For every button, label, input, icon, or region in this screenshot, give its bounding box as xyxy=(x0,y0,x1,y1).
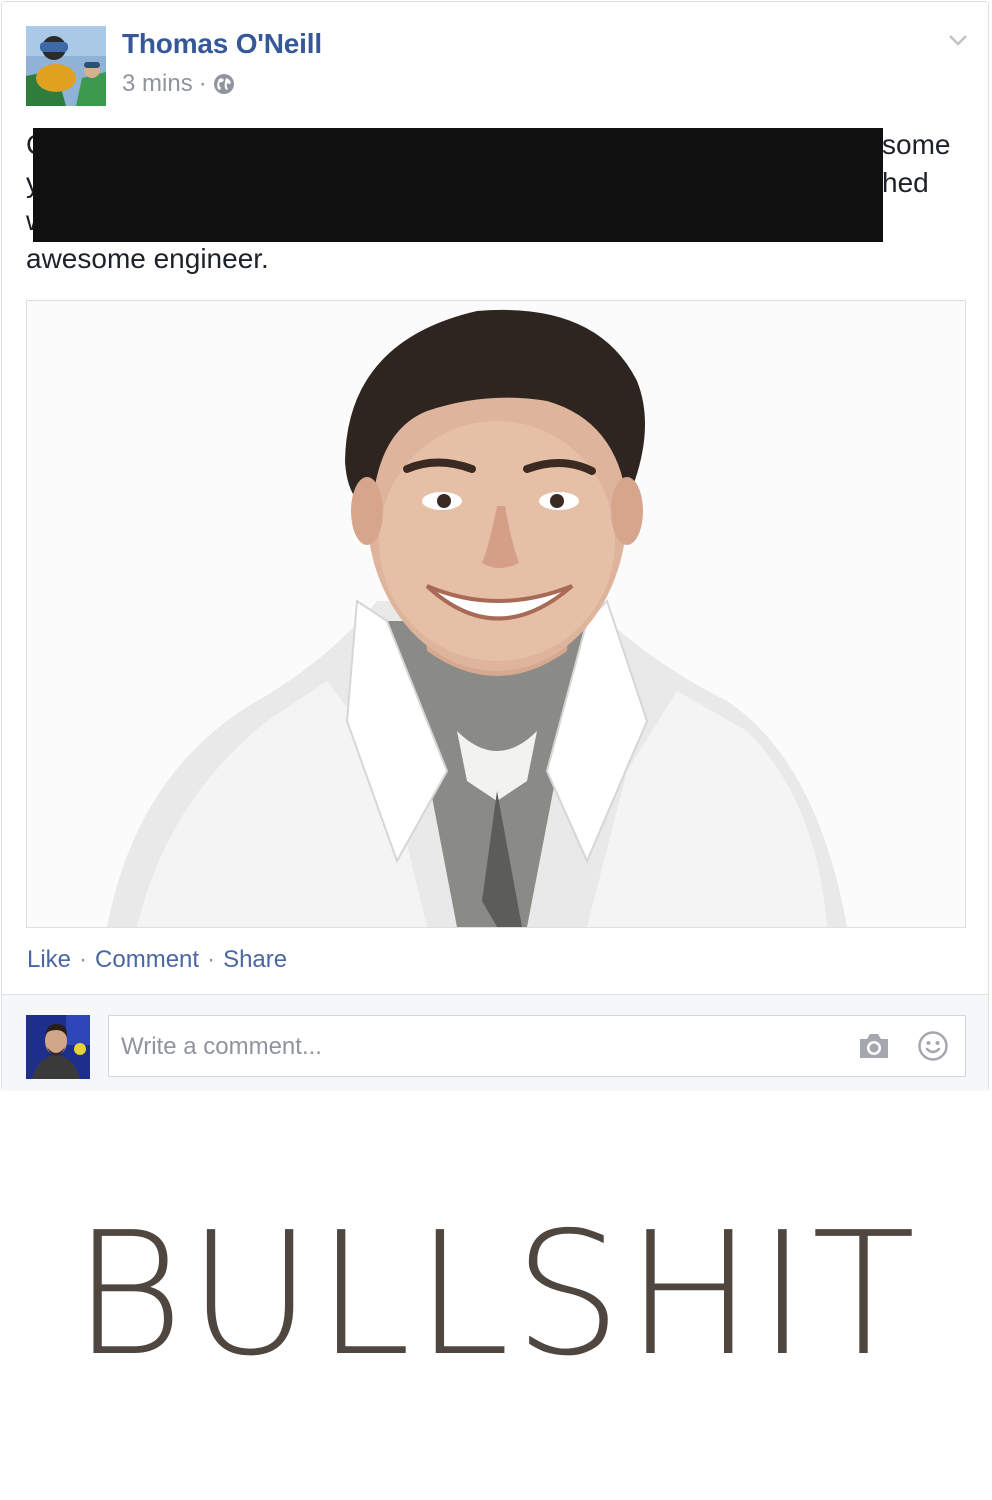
like-link[interactable]: Like xyxy=(27,946,71,974)
comment-input[interactable] xyxy=(119,1024,823,1070)
author-avatar[interactable] xyxy=(26,26,106,106)
post-timestamp[interactable]: 3 mins xyxy=(122,70,193,98)
comment-composer xyxy=(2,994,988,1091)
facebook-post-card: Thomas O'Neill 3 mins · C some y hed w a… xyxy=(1,1,989,1091)
meta-separator: · xyxy=(198,70,207,97)
share-link[interactable]: Share xyxy=(223,946,287,974)
post-photo[interactable] xyxy=(26,300,966,928)
post-actions: Like · Comment · Share xyxy=(27,946,287,974)
camera-icon[interactable] xyxy=(857,1030,891,1062)
action-separator: · xyxy=(79,946,88,973)
post-text-line: awesome engineer. xyxy=(26,243,269,274)
redaction-bar xyxy=(33,128,883,242)
chevron-down-icon[interactable] xyxy=(946,28,970,52)
action-separator: · xyxy=(207,946,216,973)
meme-caption: BULLSHIT xyxy=(72,1196,920,1394)
post-meta: 3 mins · xyxy=(122,70,235,98)
person-in-lab-coat-photo xyxy=(27,301,965,927)
comment-box xyxy=(108,1015,966,1077)
comment-link[interactable]: Comment xyxy=(95,946,199,974)
author-name[interactable]: Thomas O'Neill xyxy=(122,28,322,60)
commenter-avatar[interactable] xyxy=(26,1015,90,1079)
emoji-icon[interactable] xyxy=(917,1030,949,1062)
globe-icon[interactable] xyxy=(213,73,235,95)
